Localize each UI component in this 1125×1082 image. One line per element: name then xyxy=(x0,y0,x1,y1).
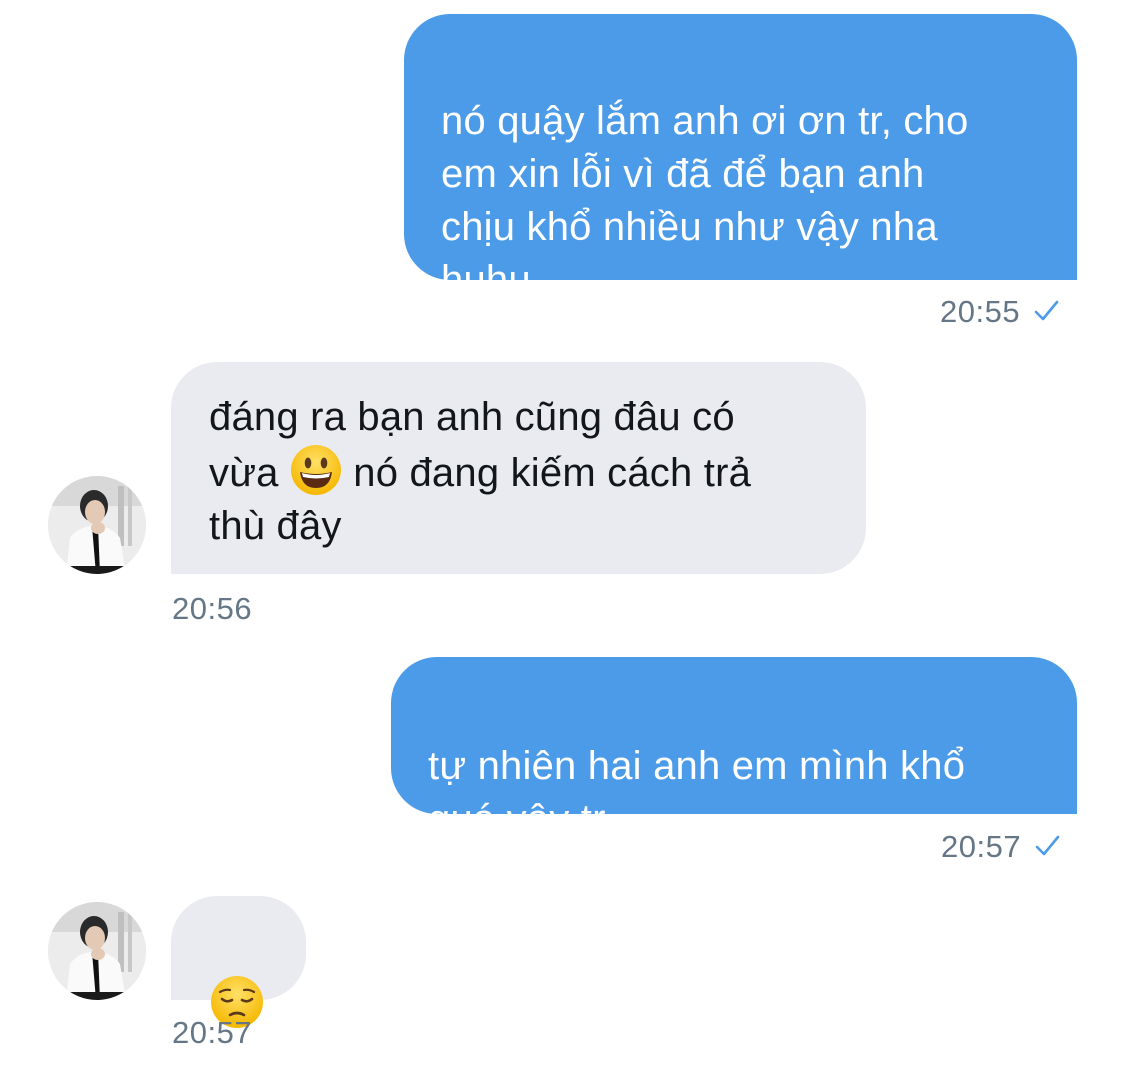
timestamp-text: 20:57 xyxy=(941,829,1022,864)
avatar[interactable] xyxy=(48,476,146,574)
timestamp-text: 20:56 xyxy=(172,591,253,626)
incoming-message-bubble[interactable]: đáng ra bạn anh cũng đâu có vừa nó đang … xyxy=(171,362,866,574)
incoming-message-bubble[interactable] xyxy=(171,896,306,1028)
message-text: tự nhiên hai anh em mình khổ quá vậy tr.… xyxy=(428,744,966,841)
message-timestamp: 20:55 xyxy=(940,294,1060,330)
avatar[interactable] xyxy=(48,902,146,1000)
pensive-face-emoji-icon xyxy=(210,922,264,1082)
outgoing-message-bubble[interactable]: tự nhiên hai anh em mình khổ quá vậy tr.… xyxy=(391,657,1077,841)
message-text: nó quậy lắm anh ơi ơn tr, cho em xin lỗi… xyxy=(441,99,969,302)
message-text-fragment: vừa xyxy=(209,451,279,495)
message-text-line: đáng ra bạn anh cũng đâu có xyxy=(209,395,735,439)
message-timestamp: 20:57 xyxy=(172,1015,252,1051)
message-text-line: vừa nó đang kiếm cách trả xyxy=(209,444,836,500)
message-timestamp: 20:56 xyxy=(172,591,252,627)
checkmark-icon xyxy=(1032,297,1060,325)
message-timestamp: 20:57 xyxy=(941,829,1061,865)
profile-photo-icon xyxy=(48,902,146,1000)
checkmark-icon xyxy=(1033,832,1061,860)
outgoing-message-bubble[interactable]: nó quậy lắm anh ơi ơn tr, cho em xin lỗi… xyxy=(404,14,1077,302)
timestamp-text: 20:55 xyxy=(940,294,1021,329)
profile-photo-icon xyxy=(48,476,146,574)
timestamp-text: 20:57 xyxy=(172,1015,253,1050)
message-text-fragment: nó đang kiếm cách trả xyxy=(353,451,752,495)
message-text-line: thù đây xyxy=(209,504,342,548)
grinning-face-emoji-icon xyxy=(290,444,342,496)
